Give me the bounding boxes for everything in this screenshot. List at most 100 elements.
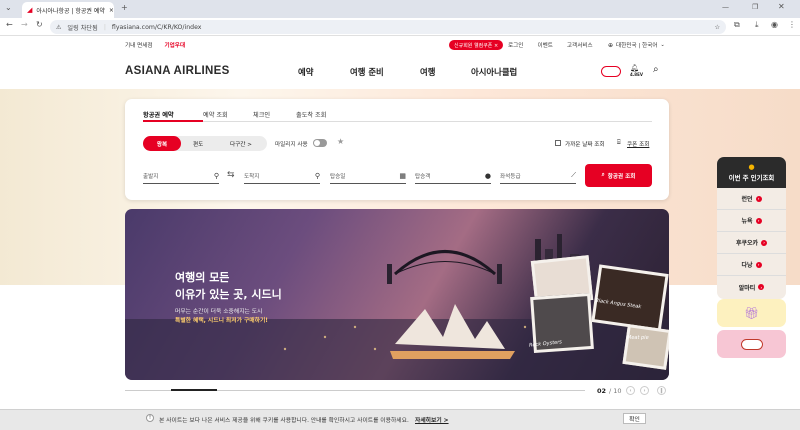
city-label: 다낭 — [741, 262, 753, 269]
popular-searches-panel: ● 이번 주 인기조회 런던 › 뉴욕 › 후쿠오카 › 다낭 › 알마티 › — [717, 157, 786, 299]
menu-reservation[interactable]: 예약 — [298, 66, 350, 78]
arrow-icon: › — [755, 217, 762, 224]
forward-icon[interactable]: → — [21, 21, 28, 29]
ev-badge-label: 4.8EV — [630, 72, 643, 77]
seat-icon: ⟋ — [571, 171, 576, 179]
search-button-label: 항공권 조회 — [607, 173, 636, 180]
maximize-icon[interactable]: ❐ — [752, 4, 758, 11]
security-icon[interactable]: ⚠ — [56, 24, 61, 31]
new-tab-button[interactable]: + — [121, 4, 128, 12]
banner-headline-1: 여행의 모든 — [175, 271, 230, 284]
browser-tabbar — [0, 0, 800, 18]
url-text[interactable]: flyasiana.com/C/KR/KO/index — [112, 24, 202, 31]
promo-banner[interactable]: Black Angus Steak Rock Oysters Meat pie … — [125, 209, 669, 380]
tab-flight-booking[interactable]: 항공권 예약 — [143, 110, 203, 119]
meatpie-label: Meat pie — [627, 335, 649, 341]
gift-event-button[interactable]: 🎁︎ — [717, 299, 786, 327]
bookmark-star-icon[interactable]: ☆ — [714, 24, 720, 31]
arrow-icon: › — [758, 284, 765, 290]
reload-icon[interactable]: ↻ — [36, 21, 43, 29]
arrow-icon: › — [755, 261, 762, 268]
swap-icon[interactable]: ⇆ — [227, 170, 235, 180]
banner-page-total: / 10 — [609, 387, 622, 395]
menu-icon[interactable]: ⋮ — [788, 21, 796, 29]
arrow-icon: › — [755, 195, 762, 202]
event-link[interactable]: 이벤트 — [537, 41, 552, 49]
tab-flight-status[interactable]: 출도착 조회 — [296, 110, 326, 119]
logo[interactable]: ASIANA AIRLINES — [125, 65, 230, 77]
back-icon[interactable]: ← — [6, 21, 13, 29]
tab-reservation-check[interactable]: 예약 조회 — [203, 110, 253, 119]
mileage-toggle[interactable] — [313, 139, 327, 147]
popular-city-item[interactable]: 런던 › — [717, 188, 786, 210]
menu-asiana-club[interactable]: 아시아나클럽 — [471, 66, 517, 78]
tab-checkin[interactable]: 체크인 — [253, 110, 296, 119]
mileage-label: 마일리지 사용 — [275, 142, 308, 148]
trip-multi[interactable]: 다구간 > — [230, 140, 252, 148]
banner-progress-fill — [171, 389, 217, 391]
banner-page-current: 02 — [597, 387, 607, 395]
minimize-icon[interactable]: — — [722, 4, 729, 11]
popular-header: ● 이번 주 인기조회 — [717, 157, 786, 188]
banner-subtext-1: 머무는 순간이 더욱 소중해지는 도시 — [175, 309, 263, 315]
menu-travel[interactable]: 여행 — [420, 66, 471, 78]
main-menu: 예약 여행 준비 여행 아시아나클럽 — [298, 66, 517, 78]
banner-subtext-2: 특별한 혜택, 시드니 최저가 구매하기! — [175, 318, 268, 324]
profile-icon[interactable]: ◉ — [771, 21, 778, 29]
popular-city-item[interactable]: 뉴욕 › — [717, 210, 786, 232]
chatbot-button[interactable] — [717, 330, 786, 358]
locale-selector[interactable]: ⊕ 대한민국 | 한국어 ⌄ — [608, 41, 665, 50]
service-link[interactable]: 고객서비스 — [567, 41, 593, 49]
favorite-star-icon[interactable]: ★ — [337, 137, 344, 146]
date-field[interactable]: 탑승일 ▦ — [330, 168, 406, 184]
cookie-more-link[interactable]: 자세히보기 > — [415, 415, 449, 424]
ev-character-icon[interactable] — [601, 66, 621, 77]
coupon-icon[interactable]: ⌸ — [617, 139, 621, 147]
departure-field[interactable]: 출발지 ⚲ — [143, 168, 219, 184]
banner-prev-button[interactable]: ‹ — [626, 386, 635, 395]
menu-travel-prep[interactable]: 여행 준비 — [350, 66, 420, 78]
browser-tab[interactable]: ◢ 아시아나항공 | 항공권 예약 × — [22, 2, 114, 18]
account-nav: 로그인 이벤트 고객서비스 — [508, 41, 593, 49]
passenger-field[interactable]: 탑승객 ● — [415, 168, 491, 184]
login-link[interactable]: 로그인 — [508, 41, 523, 49]
city-label: 뉴욕 — [741, 218, 753, 225]
welcome-coupon-badge[interactable]: 신규회원 웰컴쿠폰 × — [449, 40, 504, 50]
address-bar[interactable]: ⚠ 일링 차단됨 | flyasiana.com/C/KR/KO/index ☆ — [50, 20, 726, 34]
banner-pause-button[interactable]: ‖ — [657, 386, 666, 395]
popular-city-item[interactable]: 다낭 › — [717, 254, 786, 276]
flight-search-button[interactable]: ⌕ 항공권 조회 — [585, 164, 652, 187]
popular-city-item[interactable]: 후쿠오카 › — [717, 232, 786, 254]
active-tab-indicator — [143, 120, 203, 122]
search-icon[interactable]: ⌕ — [653, 64, 659, 75]
coupon-link[interactable]: 쿠폰 조회 — [627, 140, 649, 148]
city-label: 알마티 — [738, 284, 756, 292]
banner-next-button[interactable]: › — [640, 386, 649, 395]
close-window-icon[interactable]: ✕ — [778, 3, 785, 11]
tab-title: 아시아나항공 | 항공권 예약 — [36, 7, 105, 15]
corporate-link[interactable]: 기업우대 — [165, 41, 186, 49]
gift-icon: 🎁︎ — [743, 306, 760, 320]
search-icon: ⌕ — [601, 172, 605, 178]
cookie-confirm-button[interactable]: 확인 — [623, 413, 646, 424]
passenger-placeholder: 탑승객 — [415, 173, 431, 180]
trip-roundtrip[interactable]: 왕복 — [143, 136, 181, 151]
popular-title: 이번 주 인기조회 — [728, 174, 775, 182]
seat-class-field[interactable]: 좌석등급 ⟋ — [500, 168, 576, 184]
chatbot-icon — [740, 338, 763, 350]
arrow-icon: › — [761, 239, 768, 246]
trip-oneway[interactable]: 편도 — [193, 140, 203, 148]
arrival-field[interactable]: 도착지 ⚲ — [244, 168, 320, 184]
extensions-icon[interactable]: ⧉ — [734, 21, 740, 29]
popular-city-item[interactable]: 알마티 › — [717, 276, 786, 298]
tab-search-icon[interactable]: ⌄ — [5, 4, 12, 12]
bell-icon[interactable]: 🔔︎ — [630, 64, 639, 72]
seat-class-placeholder: 좌석등급 — [500, 173, 521, 180]
download-icon[interactable]: ⤓ — [755, 21, 759, 29]
flex-date-checkbox[interactable] — [555, 140, 561, 146]
tab-close-icon[interactable]: × — [109, 7, 114, 14]
locale-label: 대한민국 | 한국어 — [616, 43, 658, 49]
duty-free-link[interactable]: 기내 면세점 — [125, 41, 153, 49]
city-label: 후쿠오카 — [735, 240, 759, 247]
arrival-placeholder: 도착지 — [244, 173, 260, 180]
